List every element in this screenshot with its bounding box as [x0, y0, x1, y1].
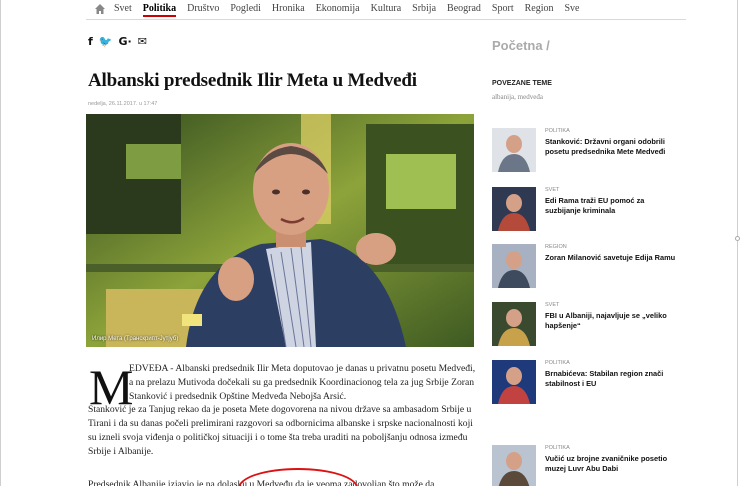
news-category: POLITIKA [545, 360, 570, 366]
related-news-item[interactable]: POLITIKA Vučić uz brojne zvaničnike poset… [492, 445, 682, 486]
nav-item-društvo[interactable]: Društvo [187, 3, 219, 17]
twitter-icon[interactable]: 🐦 [99, 35, 113, 48]
article-paragraph: Stanković je za Tanjug rekao da je poset… [88, 404, 473, 457]
frame-left-border [0, 0, 1, 486]
related-news-item[interactable]: SVET Edi Rama traži EU pomoć za suzbijanj… [492, 187, 682, 233]
news-category: POLITIKA [545, 128, 570, 134]
news-headline[interactable]: Vučić uz brojne zvaničnike posetio muzej… [545, 454, 680, 474]
photo-caption: Илир Мета (Транскрипт-Јутјуб) [92, 336, 179, 342]
breadcrumb[interactable]: Početna / [492, 38, 550, 53]
news-category: SVET [545, 187, 560, 193]
nav-item-region[interactable]: Region [525, 3, 554, 17]
related-news-item[interactable]: SVET FBI u Albaniji, najavljuje se „velik… [492, 302, 682, 348]
news-headline[interactable]: Zoran Milanović savetuje Edija Ramu [545, 253, 680, 263]
related-topics-tags[interactable]: albanija, medveđa [492, 93, 543, 101]
related-topics-title: POVEZANE TEME [492, 80, 552, 87]
google-plus-icon[interactable]: G· [119, 35, 132, 48]
social-share-bar: f 🐦 G· ✉ [88, 35, 147, 48]
nav-item-pogledi[interactable]: Pogledi [230, 3, 261, 17]
nav-item-sve[interactable]: Sve [564, 3, 579, 17]
red-annotation-circle [238, 468, 358, 486]
article-lead: EDVEĐA - Albanski predsednik Ilir Meta d… [129, 363, 476, 402]
news-category: REGION [545, 244, 567, 250]
news-thumbnail[interactable] [492, 187, 536, 231]
scroll-handle[interactable] [735, 236, 740, 241]
news-headline[interactable]: Edi Rama traži EU pomoć za suzbijanje kr… [545, 196, 680, 216]
nav-item-politika[interactable]: Politika [142, 3, 177, 17]
article-date: nedelja, 26.11.2017. u 17:47 [88, 101, 158, 107]
email-icon[interactable]: ✉ [138, 35, 147, 48]
nav-item-beograd[interactable]: Beograd [447, 3, 481, 17]
nav-item-ekonomija[interactable]: Ekonomija [316, 3, 360, 17]
top-navigation: Svet Politika Društvo Pogledi Hronika Ekonomi… [86, 0, 686, 20]
home-icon[interactable] [94, 3, 106, 15]
related-news-item[interactable]: POLITIKA Stanković: Državni organi odobri… [492, 128, 682, 174]
news-thumbnail[interactable] [492, 128, 536, 172]
news-thumbnail[interactable] [492, 302, 536, 346]
news-headline[interactable]: Brnabićeva: Stabilan region znači stabil… [545, 369, 680, 389]
nav-item-svet[interactable]: Svet [114, 3, 132, 17]
news-headline[interactable]: Stanković: Državni organi odobrili poset… [545, 137, 680, 157]
news-category: POLITIKA [545, 445, 570, 451]
nav-item-hronika[interactable]: Hronika [272, 3, 305, 17]
news-category: SVET [545, 302, 560, 308]
facebook-icon[interactable]: f [88, 35, 93, 48]
photo-illustration [86, 114, 474, 347]
related-news-item[interactable]: REGION Zoran Milanović savetuje Edija Ram… [492, 244, 682, 290]
nav-item-sport[interactable]: Sport [492, 3, 514, 17]
nav-menu: Svet Politika Društvo Pogledi Hronika Ekonomi… [114, 3, 590, 17]
article-photo: Илир Мета (Транскрипт-Јутјуб) [86, 114, 474, 347]
nav-item-srbija[interactable]: Srbija [412, 3, 436, 17]
related-news-item[interactable]: POLITIKA Brnabićeva: Stabilan region znač… [492, 360, 682, 406]
news-thumbnail[interactable] [492, 445, 536, 486]
scrollbar-track[interactable] [737, 0, 738, 486]
article-title: Albanski predsednik Ilir Meta u Medveđi [88, 70, 417, 91]
news-thumbnail[interactable] [492, 244, 536, 288]
nav-item-kultura[interactable]: Kultura [371, 3, 402, 17]
news-thumbnail[interactable] [492, 360, 536, 404]
news-headline[interactable]: FBI u Albaniji, najavljuje se „veliko ha… [545, 311, 680, 331]
